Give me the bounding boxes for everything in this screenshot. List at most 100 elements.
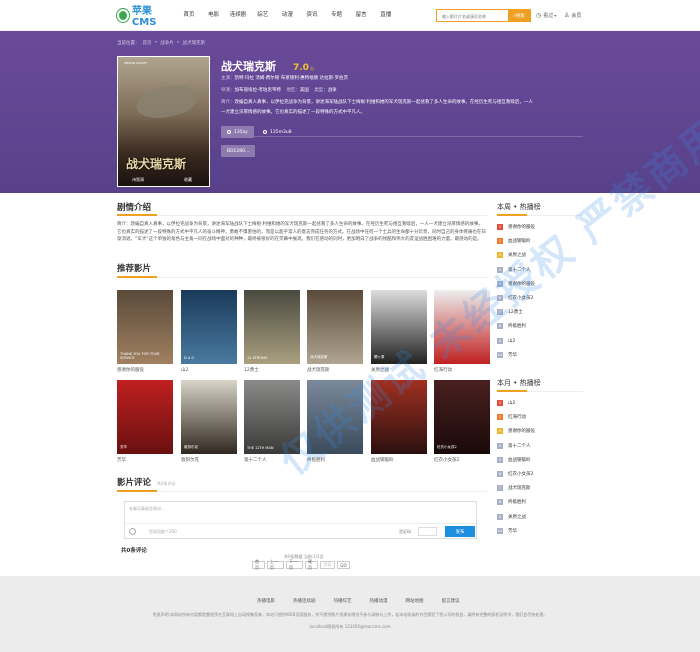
search-button[interactable]: ⌕ 搜索 — [508, 10, 530, 21]
footer-link-variety[interactable]: 热播综艺 — [334, 598, 352, 604]
recommend-caption[interactable]: 关原之战 — [371, 367, 389, 373]
rank-item[interactable]: 4 第十二个人 — [497, 442, 531, 449]
nav-home[interactable]: 首页 — [177, 10, 201, 18]
comment-count: 共0条评论 — [121, 548, 147, 554]
rank-item[interactable]: 1 感谢你的服役 — [497, 224, 535, 230]
nav-topic[interactable]: 专题 — [325, 10, 349, 18]
pager-prev[interactable]: 上一页 — [267, 559, 284, 570]
rank-item[interactable]: 10 芳华 — [497, 527, 517, 534]
recommend-caption[interactable]: 芳华 — [117, 457, 126, 463]
rank-item-label: 感谢你的服役 — [508, 281, 535, 287]
recommend-poster[interactable] — [434, 290, 490, 364]
rank-item-label: 感谢你的服役 — [508, 225, 535, 230]
rank-item-label: 红衣小女孩2 — [508, 296, 534, 301]
nav-anime[interactable]: 动漫 — [275, 10, 299, 18]
recommend-poster[interactable] — [307, 380, 363, 454]
recommend-caption[interactable]: 敦刻尔克 — [181, 457, 199, 463]
recommend-poster-text: D A G — [184, 356, 195, 360]
recommend-caption[interactable]: 终极胜利 — [307, 457, 325, 463]
emoji-icon[interactable] — [129, 528, 136, 535]
history-link[interactable]: ◷ 看过 ▾ — [536, 12, 556, 19]
recommend-caption[interactable]: 感谢你的服役 — [117, 367, 144, 373]
movie-poster[interactable]: MEGAN LEAVEY 战犬瑞克斯 诗恩演 收藏 — [117, 56, 210, 187]
recommend-poster[interactable]: 関ヶ原 — [371, 290, 427, 364]
rank-item[interactable]: 8 终极胜利 — [497, 323, 526, 330]
rank-item[interactable]: 9 山2 — [497, 337, 515, 344]
recommend-poster-text: THE 12TH MAN — [247, 446, 274, 450]
rank-item[interactable]: 7 战犬瑞克斯 — [497, 485, 531, 492]
rank-item[interactable]: 1 山2 — [497, 400, 515, 406]
recommend-caption[interactable]: 红衣小女孩2 — [434, 457, 459, 463]
rank-item[interactable]: 3 关原之战 — [497, 252, 526, 259]
recommend-caption[interactable]: 战犬瑞克斯 — [307, 367, 330, 373]
rank-item[interactable]: 4 第十二个人 — [497, 266, 531, 273]
rank-number: 5 — [497, 456, 503, 463]
rank-item[interactable]: 2 血战钢锯岭 — [497, 238, 531, 245]
comment-submit-button[interactable]: 发布 — [445, 526, 475, 537]
recommend-caption[interactable]: 血战钢锯岭 — [371, 457, 394, 463]
rank-item[interactable]: 6 红衣小女孩2 — [497, 471, 533, 477]
recommend-poster[interactable]: 芳华 — [117, 380, 173, 454]
recommend-poster[interactable]: THANK YOU FOR YOUR SERVICE — [117, 290, 173, 364]
crumb-category[interactable]: 战争片 — [160, 40, 174, 46]
movie-title-row: 战犬瑞克斯 7.0 分 — [221, 60, 314, 73]
footer-disclaimer: 免责声明:本网站所有内容都是靠程序在互联网上自动搜集而来，本站只提供WEB页面服… — [152, 612, 548, 617]
footer-link-series[interactable]: 热播连续剧 — [293, 598, 316, 604]
footer-link-guestbook[interactable]: 留言建议 — [442, 598, 460, 604]
rank-item[interactable]: 5 感谢你的服役 — [497, 280, 535, 287]
nav-live[interactable]: 直播 — [374, 10, 398, 18]
search-input[interactable] — [442, 12, 508, 20]
recommend-caption[interactable]: 山2 — [181, 367, 188, 373]
rank-number: 6 — [497, 295, 503, 301]
comments-title: 影片评论 共0条评论 — [117, 478, 176, 488]
pager-first[interactable]: 首页 — [252, 559, 265, 570]
recommend-poster[interactable]: THE 12TH MAN — [244, 380, 300, 454]
episode-bd1280[interactable]: BD1280... — [221, 145, 255, 157]
pager-page-input[interactable]: 页码 — [320, 561, 335, 569]
movie-intro-short-2: 一犬建立深厚情感的故事。它也真实的描述了一段特殊的方式中平凡人。 — [221, 110, 365, 115]
rank-item[interactable]: 3 感谢你的服役 — [497, 428, 535, 435]
pager-last[interactable]: 尾页 — [305, 559, 318, 570]
recommend-caption[interactable]: 12勇士 — [244, 367, 259, 373]
rank-item[interactable]: 8 终极胜利 — [497, 499, 526, 506]
rank-item[interactable]: 9 关原之战 — [497, 513, 526, 520]
pager-go-button[interactable]: GO — [337, 561, 350, 569]
crumb-home[interactable]: 首页 — [143, 40, 152, 46]
recommend-caption[interactable]: 红海行动 — [434, 367, 452, 373]
rank-item[interactable]: 7 12勇士 — [497, 309, 523, 316]
favorite-link[interactable]: 收藏 — [184, 177, 192, 183]
rank-item-label: 关原之战 — [508, 253, 526, 259]
recommend-poster[interactable]: 紅衣小女孩2 — [434, 380, 490, 454]
recommend-poster[interactable] — [371, 380, 427, 454]
recommend-poster[interactable]: 12 STRONG — [244, 290, 300, 364]
rank-item[interactable]: 5 血战钢锯岭 — [497, 456, 531, 463]
play-source-135m3u8[interactable]: 135m3u8 — [257, 126, 304, 138]
rank-item[interactable]: 6 红衣小女孩2 — [497, 295, 533, 301]
history-icon: ◷ — [536, 12, 542, 19]
recommend-poster[interactable]: D A G — [181, 290, 237, 364]
member-link[interactable]: ♙ 会员 — [564, 12, 581, 19]
crumb-current: 战犬瑞克斯 — [182, 41, 206, 46]
search-box: ⌕搜索 — [436, 9, 531, 22]
play-icon — [263, 130, 267, 134]
rank-item[interactable]: 2 红海行动 — [497, 414, 526, 421]
captcha-input[interactable] — [418, 527, 437, 536]
recommend-caption[interactable]: 第十二个人 — [244, 457, 267, 463]
comment-textarea[interactable]: 有事没事留言两句... — [129, 506, 165, 512]
recommend-poster[interactable]: 敦刻尔克 — [181, 380, 237, 454]
recommend-poster[interactable]: 战犬瑞克斯 — [307, 290, 363, 364]
nav-news[interactable]: 资讯 — [300, 10, 324, 18]
nav-guestbook[interactable]: 留言 — [349, 10, 373, 18]
pager-next[interactable]: 下一页 — [286, 559, 303, 570]
play-source-135zy[interactable]: 135zy — [221, 126, 254, 138]
recommend-title: 推荐影片 — [117, 264, 152, 274]
intro-text: 简介：改编自真人真事，以伊拉克战争为背景，讲述海军陆战队下士梅根·利维和她的军犬… — [117, 222, 486, 242]
footer-link-anime[interactable]: 热播动漫 — [370, 598, 388, 604]
nav-series[interactable]: 连续剧 — [226, 10, 250, 18]
footer-link-movie[interactable]: 热播电影 — [257, 598, 275, 604]
site-logo[interactable]: 苹果CMS — [117, 6, 171, 28]
nav-movie[interactable]: 电影 — [202, 10, 226, 18]
rank-item[interactable]: 10 芳华 — [497, 351, 517, 358]
nav-variety[interactable]: 综艺 — [251, 10, 275, 18]
footer-link-sitemap[interactable]: 网站地图 — [406, 598, 424, 604]
